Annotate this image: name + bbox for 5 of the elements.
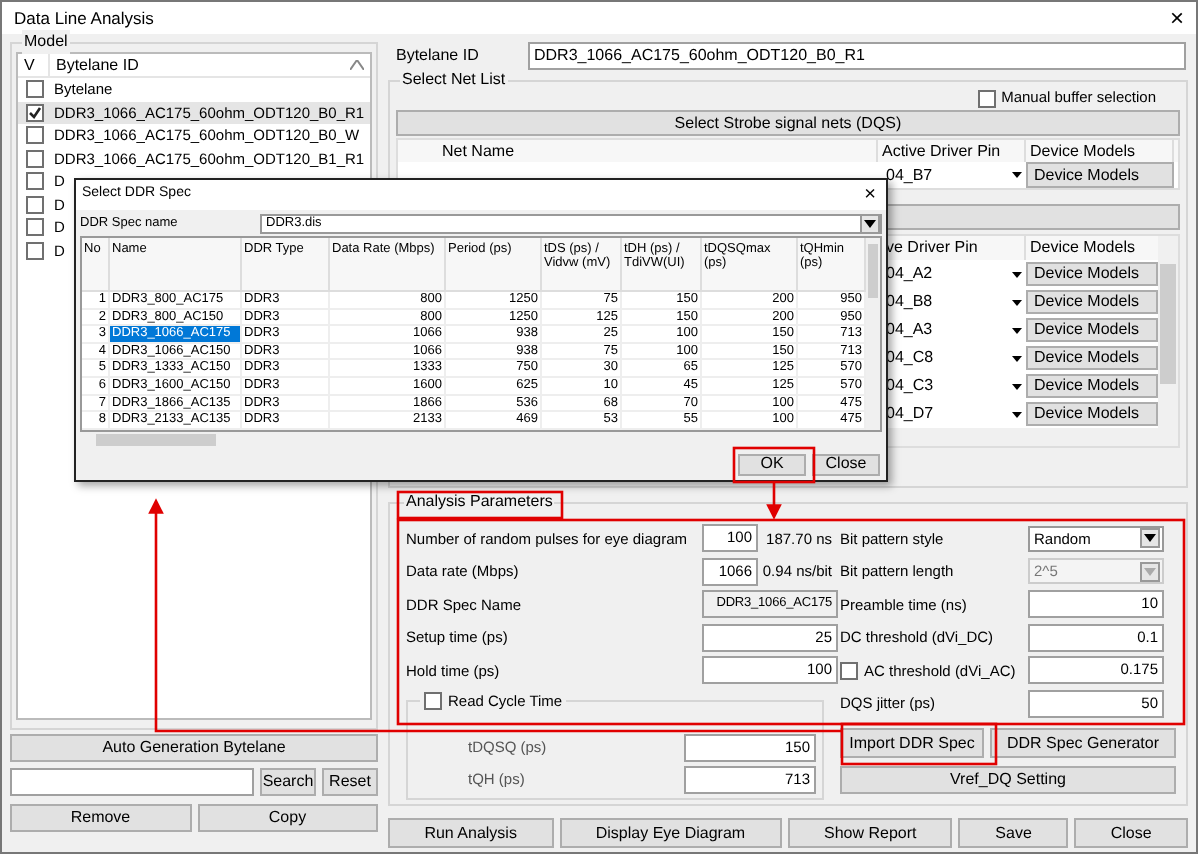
window-title: Data Line Analysis — [14, 5, 154, 31]
group-label: Analysis Parameters — [404, 490, 555, 514]
field-label: Bytelane ID — [396, 44, 481, 68]
group-label: Model — [22, 30, 70, 54]
dropdown-value: 04_B7 — [886, 163, 933, 187]
